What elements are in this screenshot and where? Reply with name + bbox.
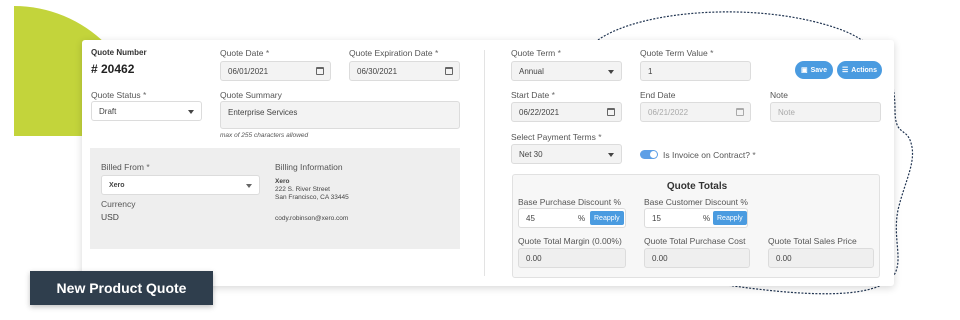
quote-status-select[interactable]: Draft — [91, 101, 202, 121]
quote-summary-textarea[interactable]: Enterprise Services — [220, 101, 460, 129]
billed-from-select[interactable]: Xero — [101, 175, 260, 195]
end-date-label: End Date — [640, 90, 676, 100]
payment-terms-select[interactable]: Net 30 — [511, 144, 622, 164]
list-icon: ☰ — [842, 67, 849, 74]
quote-expiration-date-label: Quote Expiration Date * — [349, 48, 439, 58]
end-date-input[interactable]: 06/21/2022 — [640, 102, 751, 122]
payment-terms-label: Select Payment Terms * — [511, 132, 602, 142]
quote-term-select[interactable]: Annual — [511, 61, 622, 81]
invoice-on-contract-label: Is Invoice on Contract? * — [663, 150, 756, 160]
page-title-banner: New Product Quote — [30, 271, 213, 305]
total-margin-value: 0.00 — [518, 248, 626, 268]
chevron-down-icon — [246, 184, 252, 188]
quote-expiration-date-input[interactable]: 06/30/2021 — [349, 61, 460, 81]
currency-value: USD — [101, 212, 119, 222]
billed-from-label: Billed From * — [101, 162, 150, 172]
billing-email: cody.robinson@xero.com — [275, 215, 349, 222]
reapply-customer-discount-button[interactable]: Reapply — [713, 211, 747, 225]
billing-information-label: Billing Information — [275, 162, 343, 172]
invoice-on-contract-toggle[interactable] — [640, 150, 658, 159]
chevron-down-icon — [608, 70, 614, 74]
quote-date-input[interactable]: 06/01/2021 — [220, 61, 331, 81]
quote-totals-panel: Quote Totals Base Purchase Discount % 45… — [512, 174, 880, 278]
quote-summary-label: Quote Summary — [220, 90, 282, 100]
quote-date-label: Quote Date * — [220, 48, 270, 58]
toggle-knob — [650, 151, 657, 158]
total-purchase-cost-label: Quote Total Purchase Cost — [644, 236, 746, 246]
total-sales-price-label: Quote Total Sales Price — [768, 236, 857, 246]
actions-button[interactable]: ☰ Actions — [837, 61, 882, 79]
currency-label: Currency — [101, 199, 136, 209]
base-purchase-discount-label: Base Purchase Discount % — [518, 197, 621, 207]
calendar-icon[interactable] — [316, 67, 324, 75]
quote-form-card: Quote Number # 20462 Quote Date * 06/01/… — [82, 40, 894, 286]
save-button[interactable]: ▣ Save — [795, 61, 833, 79]
quote-number-label: Quote Number — [91, 48, 147, 57]
quote-summary-hint: max of 255 characters allowed — [220, 132, 309, 139]
percent-unit: % — [578, 214, 586, 223]
save-icon: ▣ — [801, 67, 808, 74]
calendar-icon[interactable] — [736, 108, 744, 116]
chevron-down-icon — [608, 153, 614, 157]
start-date-label: Start Date * — [511, 90, 555, 100]
quote-number-value: # 20462 — [91, 62, 135, 76]
quote-status-label: Quote Status * — [91, 90, 147, 100]
column-divider — [484, 50, 485, 276]
calendar-icon[interactable] — [445, 67, 453, 75]
chevron-down-icon — [188, 110, 194, 114]
total-sales-price-value: 0.00 — [768, 248, 874, 268]
calendar-icon[interactable] — [607, 108, 615, 116]
quote-term-value-label: Quote Term Value * — [640, 48, 714, 58]
quote-term-value-input[interactable]: 1 — [640, 61, 751, 81]
base-customer-discount-label: Base Customer Discount % — [644, 197, 748, 207]
total-margin-label: Quote Total Margin (0.00%) — [518, 236, 622, 246]
billing-section: Billed From * Xero Currency USD Billing … — [90, 148, 460, 249]
billing-address-line2: San Francisco, CA 33445 — [275, 194, 349, 201]
note-input[interactable]: Note — [770, 102, 881, 122]
start-date-input[interactable]: 06/22/2021 — [511, 102, 622, 122]
note-label: Note — [770, 90, 788, 100]
quote-term-label: Quote Term * — [511, 48, 561, 58]
percent-unit: % — [703, 214, 711, 223]
total-purchase-cost-value: 0.00 — [644, 248, 750, 268]
quote-totals-title: Quote Totals — [666, 181, 728, 192]
reapply-purchase-discount-button[interactable]: Reapply — [590, 211, 624, 225]
